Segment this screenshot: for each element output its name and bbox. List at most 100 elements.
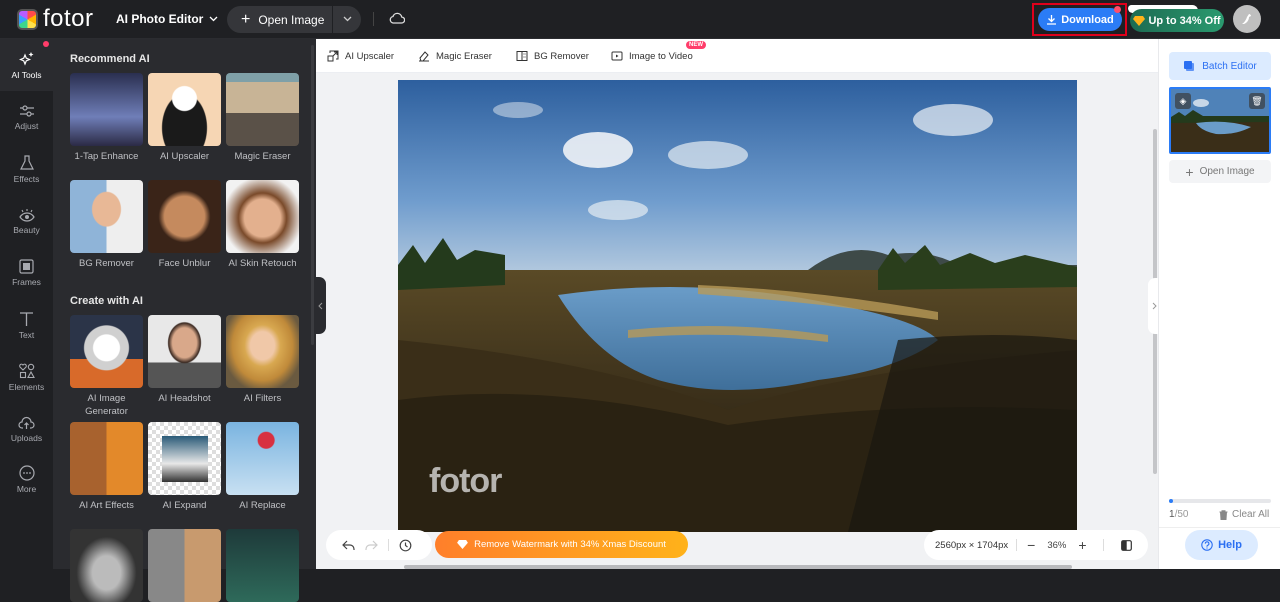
open-image-label: Open Image (258, 12, 325, 27)
product-menu-label: AI Photo Editor (116, 12, 204, 26)
section-title: Create with AI (70, 295, 143, 307)
promo-label: Up to 34% Off (1148, 14, 1221, 27)
tile-thumbnail (148, 529, 221, 602)
remove-watermark-button[interactable]: Remove Watermark with 34% Xmas Discount (435, 531, 688, 558)
product-menu[interactable]: AI Photo Editor (116, 12, 218, 26)
trash-icon[interactable]: 🗑 (1249, 93, 1265, 109)
rail-uploads[interactable]: Uploads (0, 403, 53, 455)
tile-label: AI Headshot (158, 393, 211, 404)
progress-fill (1169, 499, 1174, 503)
tool-tile-ai-filters[interactable]: AI Filters (226, 315, 299, 405)
rail-elements[interactable]: Elements (0, 351, 53, 403)
rail-adjust[interactable]: Adjust (0, 91, 53, 143)
divider (388, 539, 389, 551)
chevron-down-icon (343, 16, 351, 22)
cloud-upload-icon (18, 416, 35, 429)
tile-thumbnail (148, 73, 221, 146)
rail-frames[interactable]: Frames (0, 247, 53, 299)
rail-label: Adjust (14, 120, 39, 131)
tile-label: 1-Tap Enhance (74, 151, 139, 162)
brand-name: fotor (43, 5, 94, 32)
clear-all-button[interactable]: Clear All (1219, 509, 1269, 520)
rail-beauty[interactable]: Beauty (0, 195, 53, 247)
zoom-out-button[interactable]: − (1027, 537, 1035, 553)
panel-scrollbar[interactable] (311, 45, 314, 345)
zoom-in-button[interactable]: + (1078, 537, 1086, 553)
download-icon (1047, 15, 1057, 25)
flask-icon (19, 154, 34, 170)
rail-ai-tools[interactable]: AI Tools (0, 39, 53, 91)
tool-bg-remover[interactable]: BG Remover (516, 50, 589, 62)
cloud-sync-button[interactable] (389, 11, 406, 29)
logo-icon (17, 8, 38, 30)
tool-tile[interactable] (70, 529, 143, 602)
rail-effects[interactable]: Effects (0, 143, 53, 195)
promo-button[interactable]: Up to 34% Off (1130, 9, 1224, 32)
rail-more[interactable]: More (0, 453, 53, 505)
tool-tile-1-tap-enhance[interactable]: 1-Tap Enhance (70, 73, 143, 163)
bg-remove-icon (516, 51, 528, 61)
tool-tile[interactable] (148, 529, 221, 602)
tool-image-to-video[interactable]: Image to Video (611, 50, 693, 62)
diamond-icon (457, 540, 468, 549)
rail-label: More (16, 483, 37, 494)
redo-icon[interactable] (365, 540, 378, 551)
rail-text[interactable]: Text (0, 299, 53, 351)
top-bar: fotor AI Photo Editor + Open Image Downl… (0, 0, 1280, 39)
trash-icon (1219, 509, 1228, 520)
tool-tile-bg-remover[interactable]: BG Remover (70, 180, 143, 270)
eye-icon (18, 208, 35, 222)
tool-tile-ai-skin-retouch[interactable]: AI Skin Retouch (226, 180, 299, 270)
tool-tile-face-unblur[interactable]: Face Unblur (148, 180, 221, 270)
zoom-controls: 2560px × 1704px − 36% + (924, 530, 1148, 560)
tile-label: AI Expand (162, 500, 207, 511)
tile-thumbnail (226, 180, 299, 253)
tool-tile-ai-image-generator[interactable]: AI Image Generator (70, 315, 143, 418)
tile-label: Face Unblur (158, 258, 211, 269)
open-image-button[interactable]: + Open Image (227, 6, 333, 33)
user-avatar[interactable] (1233, 5, 1261, 33)
bird-avatar-icon (1242, 14, 1251, 24)
layers-icon (1184, 61, 1195, 71)
zoom-level[interactable]: 36% (1047, 540, 1066, 551)
horizontal-scrollbar[interactable] (404, 565, 1072, 569)
history-icon[interactable] (399, 539, 412, 552)
chevron-left-icon (318, 302, 323, 309)
tool-tile-magic-eraser[interactable]: Magic Eraser (226, 73, 299, 163)
compare-icon[interactable] (1120, 539, 1132, 551)
tool-rail: AI Tools Adjust Effects Beauty Frames Te… (0, 39, 53, 569)
tile-thumbnail (226, 315, 299, 388)
open-image-label: Open Image (1199, 166, 1255, 177)
undo-icon[interactable] (342, 540, 355, 551)
tool-tile-ai-art-effects[interactable]: AI Art Effects (70, 422, 143, 512)
rail-label: Effects (13, 173, 40, 184)
tool-label: Image to Video (629, 50, 693, 62)
tool-tile-ai-headshot[interactable]: AI Headshot (148, 315, 221, 405)
video-icon (611, 51, 623, 61)
canvas-image[interactable]: fotor (398, 80, 1077, 532)
ai-tools-panel: Recommend AI 1-Tap Enhance AI Upscaler M… (53, 39, 316, 602)
tool-tile[interactable] (226, 529, 299, 602)
layers-icon[interactable]: ◈ (1175, 93, 1191, 109)
download-button[interactable]: Download (1038, 8, 1122, 31)
tool-magic-eraser[interactable]: Magic Eraser (418, 50, 492, 62)
history-controls (326, 530, 432, 560)
image-thumbnail[interactable]: ◈ 🗑 (1169, 87, 1271, 154)
help-button[interactable]: Help (1185, 530, 1258, 560)
tool-tile-ai-replace[interactable]: AI Replace (226, 422, 299, 512)
plus-icon: + (1185, 163, 1194, 180)
tool-tile-ai-upscaler[interactable]: AI Upscaler (148, 73, 221, 163)
canvas-area: AI Upscaler Magic Eraser BG Remover Imag… (316, 39, 1160, 569)
tile-thumbnail (226, 529, 299, 602)
eraser-icon (419, 51, 429, 62)
rail-label: Text (18, 329, 35, 340)
tool-ai-upscaler[interactable]: AI Upscaler (327, 50, 394, 62)
collapse-panel-button[interactable] (315, 277, 326, 334)
batch-editor-button[interactable]: Batch Editor (1169, 52, 1271, 80)
add-image-button[interactable]: + Open Image (1169, 160, 1271, 183)
fotor-logo[interactable]: fotor (17, 5, 94, 32)
notification-dot (1114, 6, 1121, 13)
open-image-dropdown[interactable] (333, 14, 361, 25)
divider (1016, 539, 1018, 551)
tool-tile-ai-expand[interactable]: AI Expand (148, 422, 221, 512)
